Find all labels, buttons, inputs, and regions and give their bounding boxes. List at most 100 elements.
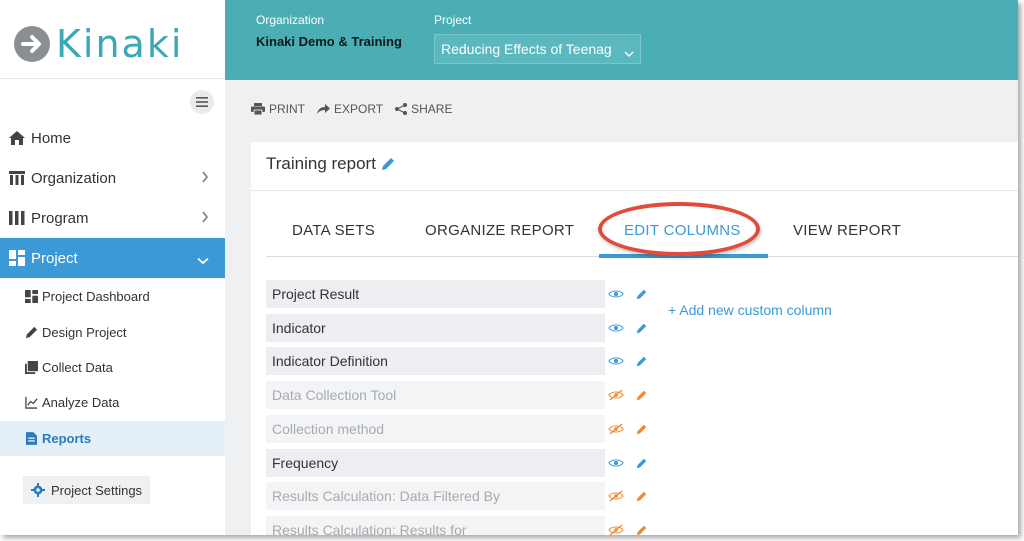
export-arrow-icon: [317, 103, 330, 115]
column-label: Collection method: [272, 421, 385, 437]
sidebar-subitem-label: Design Project: [42, 325, 127, 340]
arrow-logo-icon: [14, 26, 50, 62]
share-label: SHARE: [411, 102, 453, 116]
column-row[interactable]: Indicator: [266, 314, 605, 342]
hamburger-icon: [196, 97, 208, 107]
sidebar-subitem-label: Analyze Data: [42, 395, 120, 410]
document-icon: [24, 432, 38, 446]
chevron-down-icon: [197, 252, 209, 269]
project-settings-button[interactable]: Project Settings: [23, 476, 151, 504]
home-icon: [8, 129, 26, 147]
eye-slash-icon[interactable]: [608, 423, 626, 435]
dashboard-icon: [24, 290, 38, 304]
edit-column-pencil-icon[interactable]: [636, 390, 647, 401]
eye-icon[interactable]: [608, 289, 626, 299]
sidebar-item-label: Program: [31, 209, 89, 227]
printer-icon: [251, 103, 265, 115]
sidebar-item-label: Organization: [31, 169, 117, 187]
divider: [0, 78, 225, 79]
column-label: Indicator Definition: [272, 353, 388, 369]
report-title: Training report: [266, 154, 395, 174]
edit-column-pencil-icon[interactable]: [636, 491, 647, 502]
chart-icon: [24, 396, 38, 410]
organization-label: Organization: [256, 13, 325, 27]
divider: [251, 190, 1018, 191]
export-button[interactable]: EXPORT: [317, 102, 383, 116]
column-label: Frequency: [272, 455, 339, 471]
eye-icon[interactable]: [608, 458, 626, 468]
sidebar-subitem-label: Collect Data: [42, 360, 113, 375]
sidebar-item-program[interactable]: Program: [0, 198, 225, 238]
chevron-right-icon: [201, 210, 209, 227]
column-actions: [608, 381, 648, 409]
sidebar-item-organization[interactable]: Organization: [0, 158, 225, 198]
sidebar-item-label: Project: [31, 249, 78, 267]
share-icon: [395, 103, 408, 115]
menu-toggle-button[interactable]: [190, 90, 214, 114]
sidebar-item-home[interactable]: Home: [0, 118, 225, 158]
column-actions: [608, 449, 648, 477]
eye-icon[interactable]: [608, 323, 626, 333]
app-window: Kinaki Home Organization Program Project…: [0, 0, 1018, 535]
column-actions: [608, 516, 648, 535]
chevron-down-icon: [624, 45, 634, 61]
tab-organize-report[interactable]: ORGANIZE REPORT: [425, 222, 574, 239]
print-label: PRINT: [269, 102, 305, 116]
sidebar-subitem-project-dashboard[interactable]: Project Dashboard: [0, 279, 225, 314]
project-select[interactable]: Reducing Effects of Teenag: [434, 34, 641, 64]
column-row[interactable]: Data Collection Tool: [266, 381, 605, 409]
export-label: EXPORT: [334, 102, 384, 116]
project-settings-label: Project Settings: [51, 482, 143, 498]
column-label: Results Calculation: Data Filtered By: [272, 488, 500, 504]
sidebar-subitem-design-project[interactable]: Design Project: [0, 315, 225, 350]
eye-slash-icon[interactable]: [608, 490, 626, 502]
print-button[interactable]: PRINT: [251, 102, 305, 116]
edit-column-pencil-icon[interactable]: [636, 289, 647, 300]
project-icon: [8, 249, 26, 267]
eye-slash-icon[interactable]: [608, 389, 626, 401]
sidebar-item-project[interactable]: Project: [0, 238, 225, 278]
column-label: Results Calculation: Results for: [272, 522, 467, 535]
column-actions: [608, 415, 648, 443]
chevron-right-icon: [201, 170, 209, 187]
report-card: Training report DATA SETS ORGANIZE REPOR…: [251, 142, 1018, 535]
sidebar-subitem-label: Project Dashboard: [42, 289, 150, 304]
column-row[interactable]: Indicator Definition: [266, 347, 605, 375]
share-button[interactable]: SHARE: [395, 102, 452, 116]
organization-value[interactable]: Kinaki Demo & Training: [256, 34, 402, 49]
column-row[interactable]: Results Calculation: Results for: [266, 516, 605, 535]
edit-title-pencil-icon[interactable]: [381, 157, 395, 171]
edit-column-pencil-icon[interactable]: [636, 424, 647, 435]
top-header: Organization Kinaki Demo & Training Proj…: [225, 0, 1018, 80]
column-actions: [608, 314, 648, 342]
tab-view-report[interactable]: VIEW REPORT: [793, 222, 901, 239]
edit-column-pencil-icon[interactable]: [636, 323, 647, 334]
project-select-value: Reducing Effects of Teenag: [441, 41, 612, 57]
sidebar-subitem-analyze-data[interactable]: Analyze Data: [0, 385, 225, 420]
edit-column-pencil-icon[interactable]: [636, 458, 647, 469]
column-label: Project Result: [272, 286, 360, 302]
column-actions: [608, 482, 648, 510]
column-row[interactable]: Results Calculation: Data Filtered By: [266, 482, 605, 510]
annotation-highlight-circle: [598, 202, 760, 256]
tab-data-sets[interactable]: DATA SETS: [292, 222, 375, 239]
column-label: Data Collection Tool: [272, 387, 397, 403]
column-row[interactable]: Project Result: [266, 280, 605, 308]
sidebar-subitem-reports[interactable]: Reports: [0, 421, 225, 456]
eye-slash-icon[interactable]: [608, 524, 626, 535]
logo[interactable]: Kinaki: [14, 22, 183, 66]
column-row[interactable]: Frequency: [266, 449, 605, 477]
sidebar-subitem-label: Reports: [42, 431, 92, 446]
report-title-text: Training report: [266, 154, 376, 173]
column-actions: [608, 280, 648, 308]
add-custom-column-link[interactable]: + Add new custom column: [668, 302, 832, 318]
eye-icon[interactable]: [608, 356, 626, 366]
edit-column-pencil-icon[interactable]: [636, 356, 647, 367]
sidebar-subitem-collect-data[interactable]: Collect Data: [0, 350, 225, 385]
report-toolbar: PRINT EXPORT SHARE: [251, 102, 464, 116]
edit-column-pencil-icon[interactable]: [636, 525, 647, 536]
sidebar-item-label: Home: [31, 129, 72, 147]
sidebar: Kinaki Home Organization Program Project…: [0, 0, 225, 535]
column-row[interactable]: Collection method: [266, 415, 605, 443]
project-label: Project: [434, 13, 472, 27]
